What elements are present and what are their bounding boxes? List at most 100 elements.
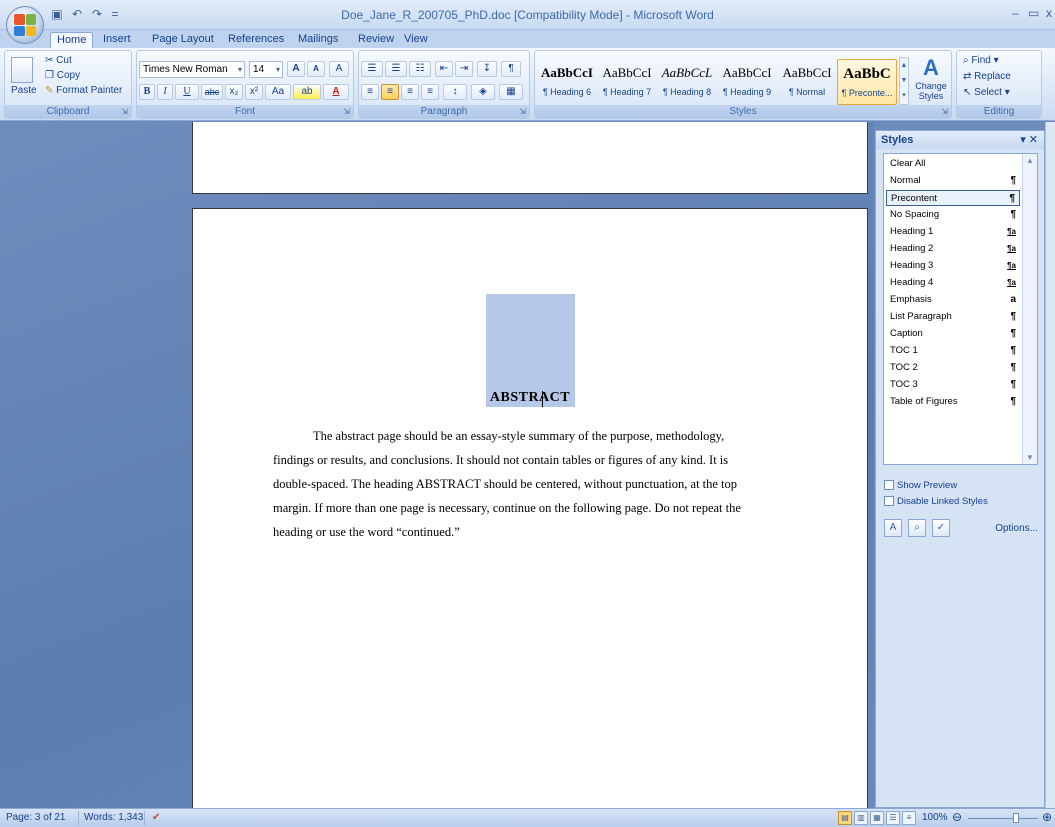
font-color-button[interactable]: A (323, 84, 349, 100)
sort-button[interactable]: ↧ (477, 61, 497, 77)
cut-button[interactable]: ✂ Cut (45, 55, 72, 66)
font-size-combo[interactable]: 14 ▾ (249, 61, 283, 78)
close-icon[interactable]: ▾ ✕ (1020, 131, 1038, 149)
bullets-button[interactable]: ☰ (361, 61, 383, 77)
style-heading-9[interactable]: AaBbCcI ¶ Heading 9 (717, 59, 777, 105)
full-screen-reading-icon[interactable]: ▥ (854, 811, 868, 825)
replace-button[interactable]: ⇄ Replace (963, 71, 1011, 82)
minimize-button[interactable]: – (1012, 6, 1019, 20)
style-item-toc-2[interactable]: TOC 2 ¶ (886, 360, 1020, 376)
abstract-heading[interactable]: ABSTRACT (193, 390, 867, 406)
options-link[interactable]: Options... (995, 523, 1038, 534)
style-item-caption[interactable]: Caption ¶ (886, 326, 1020, 342)
style-heading-7[interactable]: AaBbCcI ¶ Heading 7 (597, 59, 657, 105)
style-item-heading-3[interactable]: Heading 3 ¶a (886, 258, 1020, 274)
change-case-button[interactable]: Aa (265, 84, 291, 100)
style-item-clear-all[interactable]: Clear All (886, 156, 1020, 172)
tab-references[interactable]: References (222, 32, 290, 48)
styles-launcher-icon[interactable]: ⇲ (941, 107, 948, 116)
center-button[interactable]: ≡ (381, 84, 399, 100)
highlight-button[interactable]: ab (293, 84, 321, 100)
manage-styles-button[interactable]: ✓ (932, 519, 950, 537)
copy-button[interactable]: ❐ Copy (45, 70, 80, 81)
style-item-heading-2[interactable]: Heading 2 ¶a (886, 241, 1020, 257)
draft-view-icon[interactable]: ≡ (902, 811, 916, 825)
strikethrough-button[interactable]: abc (201, 84, 223, 100)
clipboard-icon[interactable] (11, 57, 33, 83)
zoom-level[interactable]: 100% (922, 812, 948, 823)
close-button[interactable]: x (1046, 6, 1052, 20)
superscript-button[interactable]: x² (245, 84, 263, 100)
shrink-font-button[interactable]: A (307, 61, 325, 77)
font-name-combo[interactable]: Times New Roman ▾ (139, 61, 245, 78)
style-inspector-button[interactable]: ⌕ (908, 519, 926, 537)
document-area[interactable]: ABSTRACT The abstract page should be an … (0, 122, 874, 818)
find-button[interactable]: ⌕ Find ▾ (963, 55, 999, 66)
tab-review[interactable]: Review (352, 32, 400, 48)
print-layout-view-icon[interactable]: ▤ (838, 811, 852, 825)
style-item-heading-1[interactable]: Heading 1 ¶a (886, 224, 1020, 240)
scroll-up-icon[interactable]: ▲ (1024, 156, 1036, 165)
abstract-body[interactable]: The abstract page should be an essay-sty… (273, 424, 788, 544)
office-button[interactable] (6, 6, 44, 44)
zoom-slider-thumb[interactable] (1013, 813, 1019, 823)
zoom-slider[interactable] (968, 818, 1038, 819)
borders-button[interactable]: ▦ (499, 84, 523, 100)
align-left-button[interactable]: ≡ (361, 84, 379, 100)
font-launcher-icon[interactable]: ⇲ (343, 107, 350, 116)
change-styles-button[interactable]: A Change Styles (913, 55, 949, 105)
grow-font-button[interactable]: A (287, 61, 305, 77)
numbering-button[interactable]: ☰ (385, 61, 407, 77)
style-precontent[interactable]: AaBbC ¶ Preconte... (837, 59, 897, 105)
disable-linked-styles-checkbox[interactable]: Disable Linked Styles (884, 496, 1034, 510)
underline-button[interactable]: U (175, 84, 199, 100)
style-heading-8[interactable]: AaBbCcL ¶ Heading 8 (657, 59, 717, 105)
style-item-emphasis[interactable]: Emphasis a (886, 292, 1020, 308)
zoom-out-icon[interactable]: ⊖ (952, 810, 962, 824)
show-marks-button[interactable]: ¶ (501, 61, 521, 77)
document-page[interactable]: ABSTRACT The abstract page should be an … (192, 208, 868, 818)
clipboard-launcher-icon[interactable]: ⇲ (121, 107, 128, 116)
clear-formatting-button[interactable]: A (329, 61, 349, 77)
tab-mailings[interactable]: Mailings (292, 32, 344, 48)
show-preview-checkbox[interactable]: Show Preview (884, 480, 1034, 494)
vertical-scrollbar[interactable] (1045, 122, 1055, 808)
multilevel-list-button[interactable]: ☷ (409, 61, 431, 77)
style-heading-6[interactable]: AaBbCcI ¶ Heading 6 (537, 59, 597, 105)
paste-button[interactable]: Paste (11, 85, 37, 96)
bold-button[interactable]: B (139, 84, 155, 100)
line-spacing-button[interactable]: ↕ (443, 84, 467, 100)
tab-insert[interactable]: Insert (97, 32, 137, 48)
justify-button[interactable]: ≡ (421, 84, 439, 100)
tab-home[interactable]: Home (50, 32, 94, 48)
styles-list-scrollbar[interactable]: ▲ ▼ (1022, 154, 1037, 464)
page-indicator[interactable]: Page: 3 of 21 (6, 812, 66, 823)
style-item-table-of-figures[interactable]: Table of Figures ¶ (886, 394, 1020, 410)
style-item-toc-1[interactable]: TOC 1 ¶ (886, 343, 1020, 359)
style-item-toc-3[interactable]: TOC 3 ¶ (886, 377, 1020, 393)
shading-button[interactable]: ◈ (471, 84, 495, 100)
tab-page-layout[interactable]: Page Layout (146, 32, 220, 48)
style-item-normal[interactable]: Normal ¶ (886, 173, 1020, 189)
previous-page[interactable] (192, 122, 868, 194)
style-item-no-spacing[interactable]: No Spacing ¶ (886, 207, 1020, 223)
style-item-list-paragraph[interactable]: List Paragraph ¶ (886, 309, 1020, 325)
format-painter-button[interactable]: ✎ Format Painter (45, 85, 122, 96)
tab-view[interactable]: View (398, 32, 434, 48)
style-item-heading-4[interactable]: Heading 4 ¶a (886, 275, 1020, 291)
restore-button[interactable]: ▭ (1028, 6, 1039, 20)
style-item-precontent[interactable]: Precontent ¶ (886, 190, 1020, 206)
styles-gallery-scroll[interactable]: ▲ ▼ ▾ (899, 57, 909, 105)
select-button[interactable]: ↖ Select ▾ (963, 87, 1010, 98)
decrease-indent-button[interactable]: ⇤ (435, 61, 453, 77)
web-layout-icon[interactable]: ▦ (870, 811, 884, 825)
paragraph-launcher-icon[interactable]: ⇲ (519, 107, 526, 116)
italic-button[interactable]: I (157, 84, 173, 100)
proofing-icon[interactable]: ✔ (152, 812, 160, 823)
new-style-button[interactable]: A (884, 519, 902, 537)
word-count[interactable]: Words: 1,343 (84, 812, 143, 823)
increase-indent-button[interactable]: ⇥ (455, 61, 473, 77)
style-normal[interactable]: AaBbCcI ¶ Normal (777, 59, 837, 105)
scroll-down-icon[interactable]: ▼ (1024, 453, 1036, 462)
outline-view-icon[interactable]: ☰ (886, 811, 900, 825)
